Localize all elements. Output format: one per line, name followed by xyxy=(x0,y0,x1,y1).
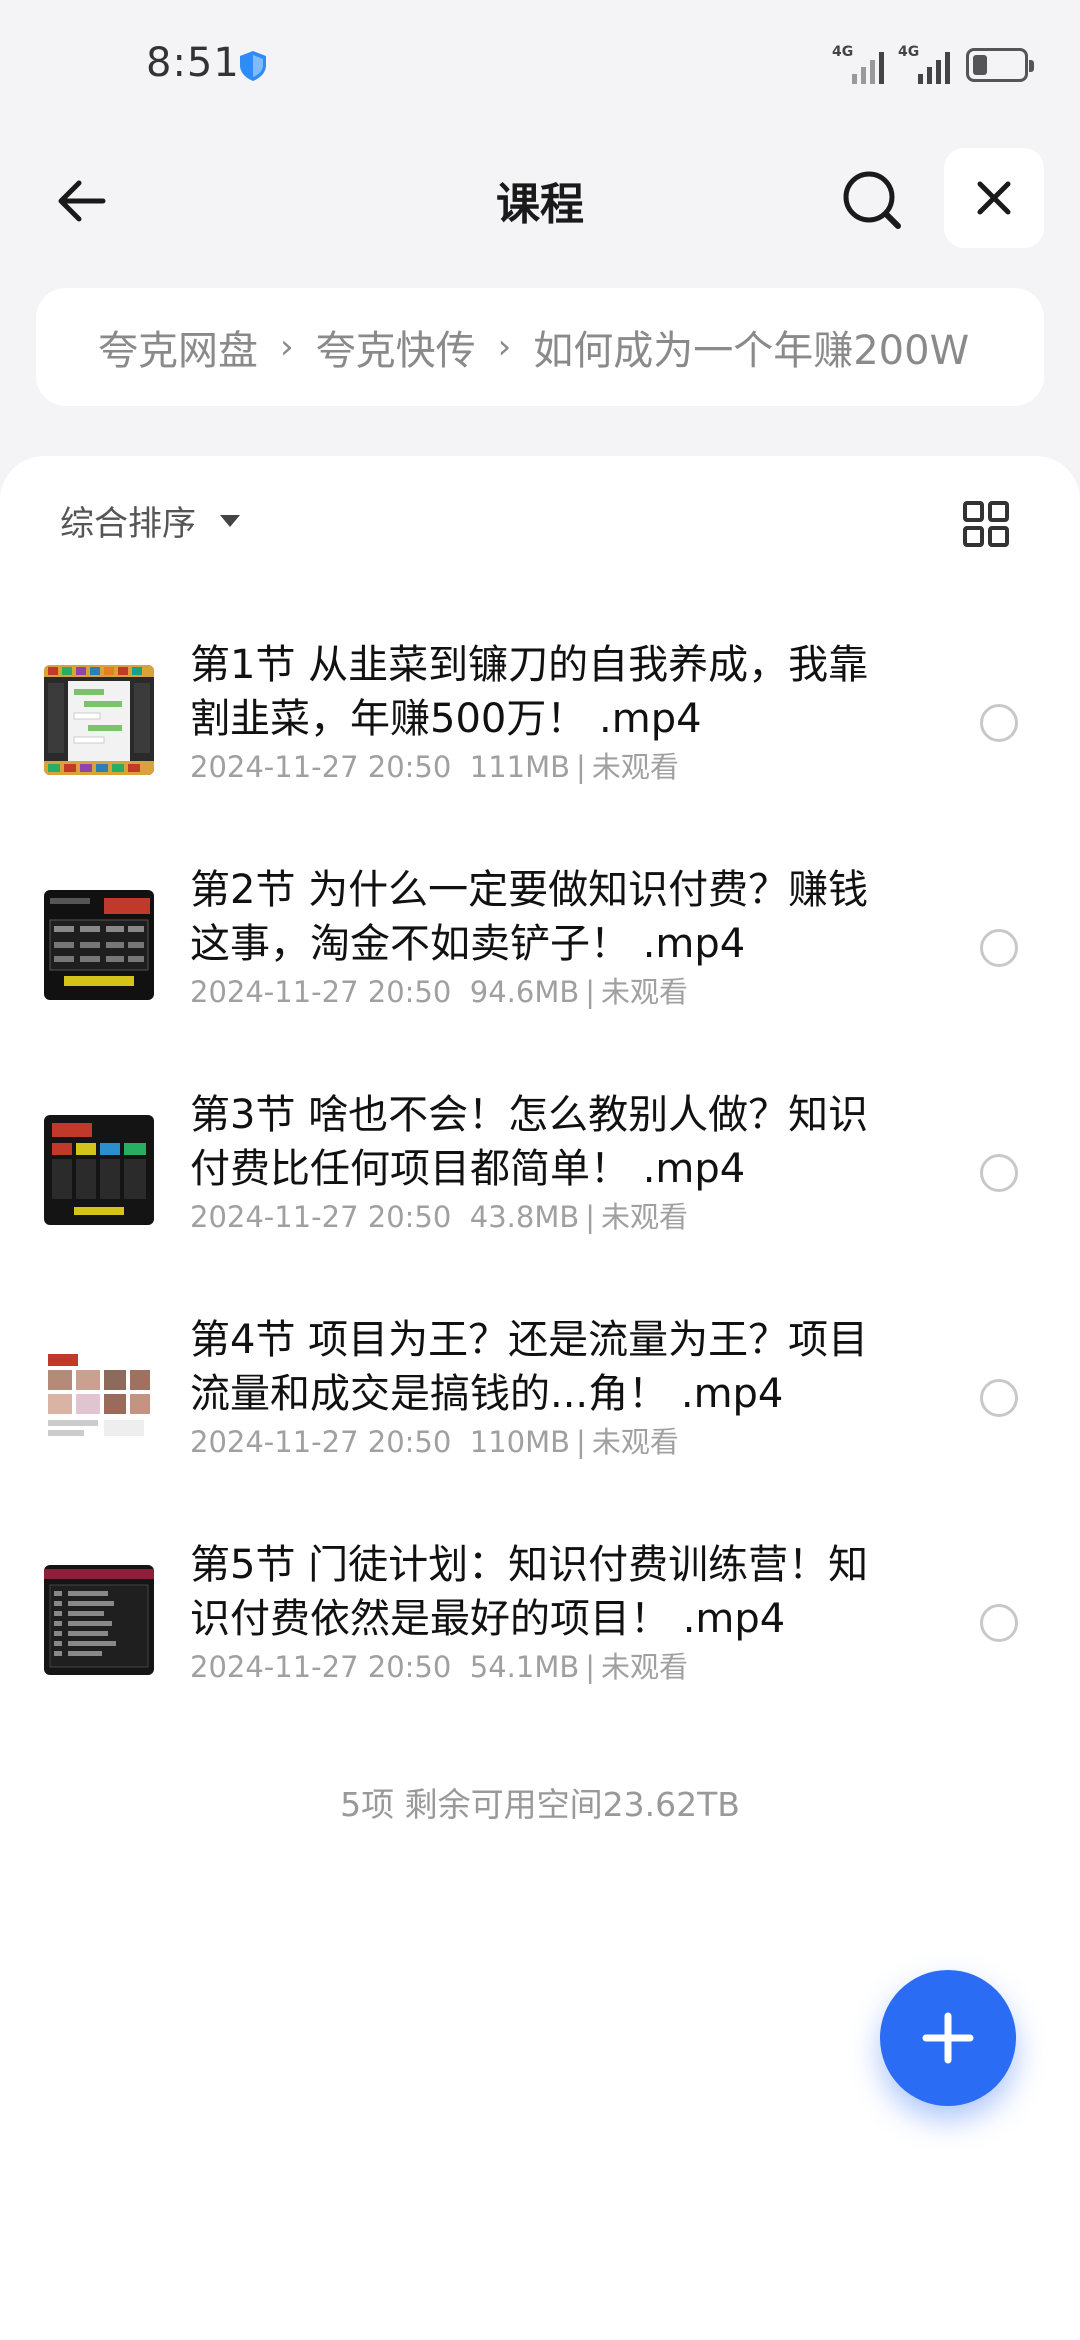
file-meta: 2024-11-27 20:50 43.8MB | 未观看 xyxy=(190,1200,689,1234)
file-date: 2024-11-27 20:50 xyxy=(190,1650,452,1684)
file-item[interactable]: 第2节 为什么一定要做知识付费？赚钱这事，淘金不如卖铲子！ .mp4 2024-… xyxy=(0,841,1080,1066)
status-time: 8:51 xyxy=(146,40,240,86)
breadcrumb-item-quick-transfer[interactable]: 夸克快传 xyxy=(316,318,476,376)
sort-button[interactable]: 综合排序 xyxy=(60,496,240,545)
search-icon xyxy=(843,171,901,229)
file-date: 2024-11-27 20:50 xyxy=(190,1425,452,1459)
watch-status: 未观看 xyxy=(601,1650,689,1684)
breadcrumb-item-quark-drive[interactable]: 夸克网盘 xyxy=(98,318,258,376)
watch-status: 未观看 xyxy=(601,975,689,1009)
sort-label: 综合排序 xyxy=(60,504,196,544)
watch-status: 未观看 xyxy=(591,1425,679,1459)
caret-down-icon xyxy=(220,514,240,527)
select-radio[interactable] xyxy=(980,1379,1018,1417)
video-thumbnail xyxy=(44,1565,154,1675)
select-radio[interactable] xyxy=(980,1154,1018,1192)
page-title: 课程 xyxy=(496,179,584,230)
video-thumbnail xyxy=(44,1115,154,1225)
add-button[interactable] xyxy=(880,1970,1016,2106)
signal-strength-icon: 4G xyxy=(898,44,956,84)
grid-view-icon[interactable] xyxy=(962,500,1010,548)
file-name: 第1节 从韭菜到镰刀的自我养成，我靠割韭菜，年赚500万！ .mp4 xyxy=(190,642,869,742)
watch-status: 未观看 xyxy=(601,1200,689,1234)
file-size: 110MB xyxy=(469,1425,571,1459)
file-meta: 2024-11-27 20:50 94.6MB | 未观看 xyxy=(190,975,689,1009)
file-size: 43.8MB xyxy=(469,1200,580,1234)
storage-summary: 5项 剩余可用空间23.62TB xyxy=(340,1785,740,1824)
file-size: 54.1MB xyxy=(469,1650,580,1684)
file-size: 94.6MB xyxy=(469,975,580,1009)
file-name: 第3节 啥也不会！怎么教别人做？知识付费比任何项目都简单！ .mp4 xyxy=(190,1092,869,1192)
file-item[interactable]: 第4节 项目为王？还是流量为王？项目流量和成交是搞钱的...角！ .mp4 20… xyxy=(0,1291,1080,1516)
battery-low-icon xyxy=(966,48,1034,82)
file-meta: 2024-11-27 20:50 54.1MB | 未观看 xyxy=(190,1650,689,1684)
close-button[interactable] xyxy=(944,148,1044,248)
file-date: 2024-11-27 20:50 xyxy=(190,1200,452,1234)
search-button[interactable] xyxy=(836,164,908,236)
file-date: 2024-11-27 20:50 xyxy=(190,750,452,784)
select-radio[interactable] xyxy=(980,704,1018,742)
file-meta: 2024-11-27 20:50 111MB | 未观看 xyxy=(190,750,679,784)
file-item[interactable]: 第3节 啥也不会！怎么教别人做？知识付费比任何项目都简单！ .mp4 2024-… xyxy=(0,1066,1080,1291)
chevron-right-icon: › xyxy=(280,327,294,367)
video-thumbnail xyxy=(44,1340,154,1450)
video-thumbnail xyxy=(44,890,154,1000)
breadcrumb-item-current-folder: 如何成为一个年赚200W xyxy=(533,328,970,374)
breadcrumb-fade xyxy=(1014,288,1044,406)
file-list: 第1节 从韭菜到镰刀的自我养成，我靠割韭菜，年赚500万！ .mp4 2024-… xyxy=(0,616,1080,1741)
plus-icon xyxy=(922,2012,974,2064)
file-size: 111MB xyxy=(469,750,571,784)
file-meta: 2024-11-27 20:50 110MB | 未观看 xyxy=(190,1425,679,1459)
file-item[interactable]: 第5节 门徒计划：知识付费训练营！知识付费依然是最好的项目！ .mp4 2024… xyxy=(0,1516,1080,1741)
close-icon xyxy=(977,181,1011,215)
shield-icon xyxy=(240,51,266,81)
signal-strength-icon: 4G xyxy=(832,44,890,84)
breadcrumb: 夸克网盘 › 夸克快传 › 如何成为一个年赚200W xyxy=(36,288,1044,406)
watch-status: 未观看 xyxy=(591,750,679,784)
file-date: 2024-11-27 20:50 xyxy=(190,975,452,1009)
select-radio[interactable] xyxy=(980,1604,1018,1642)
video-thumbnail xyxy=(44,665,154,775)
status-bar: 8:51 4G 4G xyxy=(0,0,1080,130)
chevron-right-icon: › xyxy=(497,327,512,367)
file-name: 第4节 项目为王？还是流量为王？项目流量和成交是搞钱的...角！ .mp4 xyxy=(190,1317,869,1417)
file-item[interactable]: 第1节 从韭菜到镰刀的自我养成，我靠割韭菜，年赚500万！ .mp4 2024-… xyxy=(0,616,1080,841)
file-name: 第2节 为什么一定要做知识付费？赚钱这事，淘金不如卖铲子！ .mp4 xyxy=(190,867,869,967)
file-name: 第5节 门徒计划：知识付费训练营！知识付费依然是最好的项目！ .mp4 xyxy=(190,1542,869,1642)
select-radio[interactable] xyxy=(980,929,1018,967)
